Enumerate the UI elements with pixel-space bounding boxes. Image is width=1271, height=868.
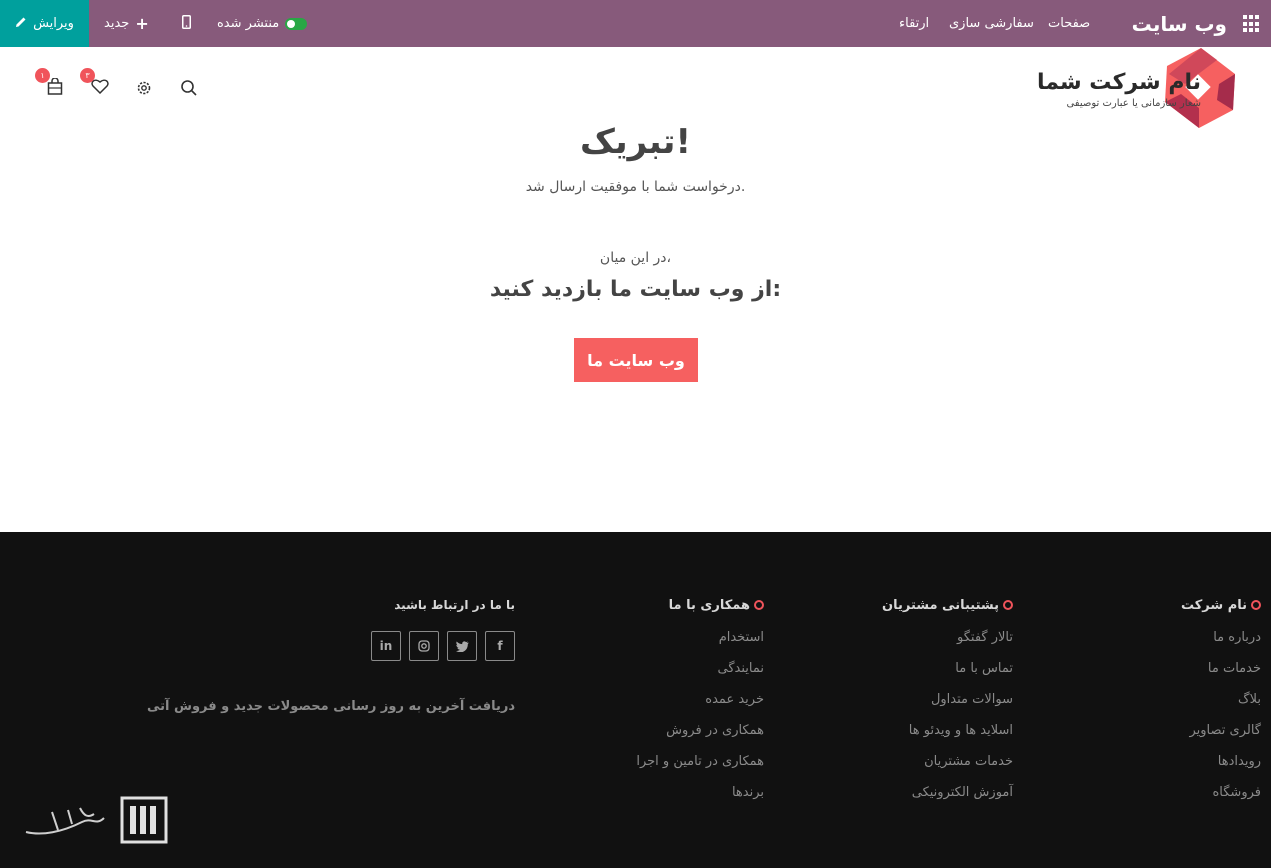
- cart-button[interactable]: ۱: [35, 68, 67, 100]
- twitter-icon[interactable]: [447, 631, 477, 661]
- menu-pages-label: صفحات: [1048, 16, 1091, 31]
- footer-link[interactable]: همکاری در فروش: [636, 715, 764, 746]
- menu-upgrade-label: ارتقاء: [899, 16, 930, 31]
- footer-link[interactable]: رویدادها: [1181, 746, 1261, 777]
- social-links: in f: [147, 631, 515, 661]
- instagram-icon[interactable]: [409, 631, 439, 661]
- search-icon[interactable]: [177, 76, 201, 100]
- published-toggle[interactable]: منتشر شده: [217, 0, 308, 47]
- app-brand: وب سایت: [1131, 11, 1227, 36]
- newsletter-text: دریافت آخرین به روز رسانی محصولات جدید و…: [147, 699, 515, 714]
- menu-customize-label: سفارشی سازی: [949, 16, 1034, 31]
- footer-link[interactable]: همکاری در تامین و اجرا: [636, 746, 764, 777]
- cart-icon: [47, 76, 63, 99]
- meanwhile-text: در این میان،: [599, 250, 672, 266]
- footer-col-contact: با ما در ارتباط باشید in f دریافت آخرین …: [147, 595, 515, 714]
- footer-link[interactable]: فروشگاه: [1181, 777, 1261, 808]
- footer-link[interactable]: نمایندگی: [636, 653, 764, 684]
- footer-col-support: پشتیبانی مشتریان تالار گفتگو تماس با ما …: [882, 595, 1013, 808]
- logo-tagline: شعار سازمانی یا عبارت توصیفی: [1066, 98, 1201, 109]
- footer-link[interactable]: آموزش الکترونیکی: [882, 777, 1013, 808]
- footer-link[interactable]: خدمات ما: [1181, 653, 1261, 684]
- footer-col-cooperate: همکاری با ما استخدام نمایندگی خرید عمده …: [636, 595, 764, 808]
- published-label: منتشر شده: [217, 16, 280, 31]
- visit-heading: از وب سایت ما بازدید کنید:: [489, 277, 782, 302]
- circle-bullet-icon: [754, 600, 764, 610]
- footer-link[interactable]: برندها: [636, 777, 764, 808]
- footer-heading: نام شرکت: [1180, 597, 1247, 613]
- footer: نام شرکت درباره ما خدمات ما بلاگ گالری ت…: [0, 532, 1271, 868]
- mobile-preview-button[interactable]: [182, 0, 191, 47]
- footer-link[interactable]: سوالات متداول: [882, 684, 1013, 715]
- pencil-icon: [15, 16, 27, 32]
- footer-col-company: نام شرکت درباره ما خدمات ما بلاگ گالری ت…: [1181, 595, 1261, 808]
- wishlist-button[interactable]: ۳: [80, 68, 112, 100]
- footer-link[interactable]: درباره ما: [1181, 622, 1261, 653]
- footer-link[interactable]: تالار گفتگو: [882, 622, 1013, 653]
- new-button[interactable]: جدید +: [104, 0, 149, 47]
- menu-pages[interactable]: صفحات: [1048, 0, 1090, 47]
- footer-col-support-title: پشتیبانی مشتریان: [882, 595, 1013, 615]
- footer-link[interactable]: خرید عمده: [636, 684, 764, 715]
- circle-bullet-icon: [1003, 600, 1013, 610]
- toggle-switch-icon: [285, 17, 308, 30]
- edit-button[interactable]: ویرایش: [0, 0, 89, 47]
- mobile-icon: [182, 14, 191, 33]
- footer-link[interactable]: بلاگ: [1181, 684, 1261, 715]
- edit-label: ویرایش: [33, 16, 74, 31]
- wishlist-count-badge: ۳: [80, 68, 95, 83]
- menu-customize[interactable]: سفارشی سازی: [949, 0, 1034, 47]
- apps-grid-icon[interactable]: [1243, 15, 1261, 33]
- footer-heading: همکاری با ما: [668, 597, 750, 613]
- footer-col-cooperate-title: همکاری با ما: [636, 595, 764, 615]
- menu-upgrade[interactable]: ارتقاء: [899, 0, 929, 47]
- plus-icon: +: [135, 14, 149, 33]
- page-title: تبریک!: [580, 122, 691, 162]
- footer-contact-heading: با ما در ارتباط باشید: [394, 598, 515, 612]
- watermark-logo-icon: [25, 796, 168, 844]
- admin-topbar: ویرایش جدید + منتشر شده ارتقاء سفارشی سا…: [0, 0, 1271, 47]
- gear-icon[interactable]: [132, 76, 156, 100]
- footer-link[interactable]: خدمات مشتریان: [882, 746, 1013, 777]
- footer-heading: پشتیبانی مشتریان: [882, 597, 999, 613]
- footer-link[interactable]: استخدام: [636, 622, 764, 653]
- footer-link[interactable]: تماس با ما: [882, 653, 1013, 684]
- facebook-icon[interactable]: f: [485, 631, 515, 661]
- footer-col-company-title: نام شرکت: [1181, 595, 1261, 615]
- logo-company-name: نام شرکت شما: [1036, 70, 1201, 95]
- our-website-button[interactable]: وب سایت ما: [574, 338, 698, 382]
- footer-link[interactable]: اسلاید ها و ویدئو ها: [882, 715, 1013, 746]
- circle-bullet-icon: [1251, 600, 1261, 610]
- success-message: درخواست شما با موفقیت ارسال شد.: [525, 179, 746, 195]
- new-label: جدید: [104, 16, 130, 31]
- heart-icon: [91, 78, 109, 98]
- cart-count-badge: ۱: [35, 68, 50, 83]
- footer-link[interactable]: گالری تصاویر: [1181, 715, 1261, 746]
- linkedin-icon[interactable]: in: [371, 631, 401, 661]
